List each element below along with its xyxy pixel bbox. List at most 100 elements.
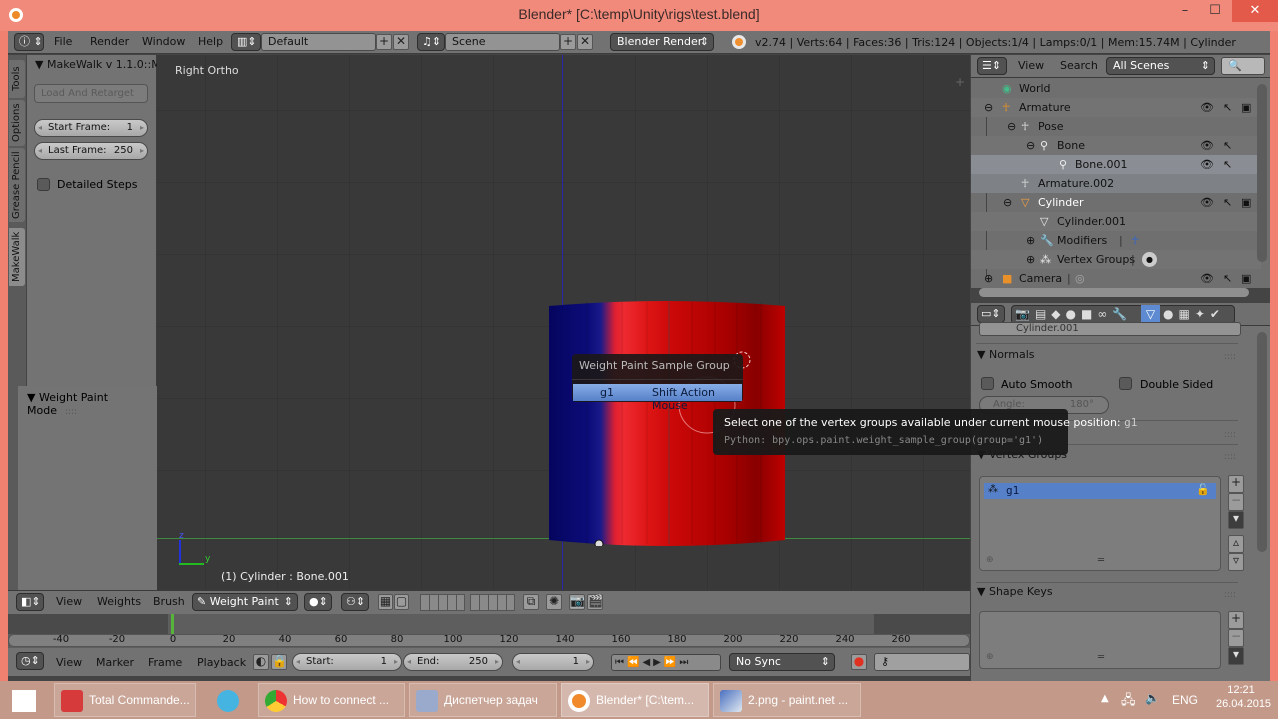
menu-render[interactable]: Render [90, 35, 129, 48]
increment-arrow-icon[interactable]: ▸ [140, 120, 144, 136]
collapse-icon[interactable]: ⊖ [984, 98, 993, 117]
taskbar-paint-net[interactable]: 2.png - paint.net ... [713, 683, 861, 717]
decrement-arrow-icon[interactable]: ◂ [407, 654, 411, 670]
outliner-row-armature[interactable]: ⊖ ☥ Armature [971, 98, 1261, 117]
cursor-select-icon[interactable]: ↖ [1223, 98, 1232, 117]
vertex-mask-button[interactable]: ▢ [394, 594, 409, 610]
menu-frame[interactable]: Frame [148, 656, 182, 669]
remove-vertex-group-button[interactable]: − [1228, 493, 1244, 511]
drag-handle-icon[interactable]: :::: [1224, 452, 1236, 462]
lock-time-cursor-button[interactable]: 🔒 [271, 654, 287, 670]
increment-arrow-icon[interactable]: ▸ [495, 654, 499, 670]
close-button[interactable]: ✕ [1232, 0, 1278, 22]
menu-playback[interactable]: Playback [197, 656, 246, 669]
add-layout-button[interactable]: + [376, 34, 392, 50]
increment-arrow-icon[interactable]: ▸ [140, 143, 144, 159]
timeline-editor-type-button[interactable]: ◷⇕ [16, 652, 44, 670]
taskbar-blender[interactable]: Blender* [C:\tem... [561, 683, 709, 717]
menu-marker[interactable]: Marker [96, 656, 134, 669]
expand-icon[interactable]: ⊕ [984, 269, 993, 288]
menu-brush[interactable]: Brush [153, 595, 185, 608]
minimize-button[interactable]: – [1170, 0, 1200, 22]
outliner-filter-dropdown[interactable]: All Scenes ⇕ [1106, 57, 1215, 75]
drag-handle-icon[interactable]: :::: [1224, 352, 1236, 362]
viewport-shading-dropdown[interactable]: ●⇕ [304, 593, 332, 611]
show-hidden-icons-button[interactable]: ▲ [1101, 693, 1109, 704]
add-vertex-group-button[interactable]: + [1228, 475, 1244, 493]
sync-mode-dropdown[interactable]: No Sync ⇕ [729, 653, 835, 671]
collapse-icon[interactable]: ⊖ [1003, 193, 1012, 212]
outliner-row-bone[interactable]: ⊖ ⚲ Bone [971, 136, 1261, 155]
list-resize-handle[interactable]: ═ [1098, 652, 1104, 663]
unlock-icon[interactable]: 🔓 [1196, 483, 1210, 496]
last-frame-field[interactable]: ◂ Last Frame: 250 ▸ [34, 142, 148, 160]
decrement-arrow-icon[interactable]: ◂ [38, 143, 42, 159]
auto-keyframe-record-button[interactable]: ● [851, 654, 867, 670]
properties-scrollbar[interactable] [1257, 332, 1267, 552]
shape-keys-panel-header[interactable]: ▼ Shape Keys [977, 585, 1053, 598]
preview-range-button[interactable]: ◐ [253, 654, 269, 670]
delete-scene-button[interactable]: ✕ [577, 34, 593, 50]
mesh-name-field[interactable]: Cylinder.001 [979, 322, 1241, 336]
add-region-plus-icon[interactable]: + [955, 75, 965, 89]
tab-tools[interactable]: Tools [9, 60, 25, 98]
outliner-row-bone-001[interactable]: ⚲ Bone.001 [971, 155, 1261, 174]
drag-handle-icon[interactable]: :::: [1224, 430, 1236, 440]
cursor-select-icon[interactable]: ↖ [1223, 136, 1232, 155]
delete-layout-button[interactable]: ✕ [393, 34, 409, 50]
render-engine-dropdown[interactable]: Blender Render ⇕ [610, 33, 714, 51]
vertex-group-specials-button[interactable]: ▾ [1228, 511, 1244, 529]
menu-window[interactable]: Window [142, 35, 185, 48]
outliner-search-field[interactable]: 🔍 [1221, 57, 1265, 75]
keying-set-field[interactable]: ⚷ [874, 653, 970, 671]
eye-icon[interactable]: 👁 [1200, 98, 1214, 117]
outliner-menu-search[interactable]: Search [1060, 59, 1098, 72]
end-frame-field[interactable]: ◂ End: 250 ▸ [403, 653, 503, 671]
outliner-row-modifiers[interactable]: ⊕ 🔧 Modifiers | ☥ [971, 231, 1261, 250]
layout-selector-button[interactable]: ▥⇕ [231, 33, 261, 51]
expand-icon[interactable]: ⊕ [1026, 250, 1035, 269]
outliner-editor-type-button[interactable]: ☰⇕ [977, 57, 1007, 75]
expand-icon[interactable]: ⊕ [1026, 231, 1035, 250]
filter-options-icon[interactable]: ⊕ [986, 555, 994, 565]
tab-makewalk[interactable]: MakeWalk [9, 228, 25, 286]
taskbar-chrome[interactable]: How to connect ... [258, 683, 405, 717]
menu-view[interactable]: View [56, 656, 82, 669]
cursor-select-icon[interactable]: ↖ [1223, 269, 1232, 288]
start-button[interactable] [12, 690, 36, 712]
scene-selector-button[interactable]: ♫⇕ [417, 33, 445, 51]
timeline-area[interactable]: -40 -20 0 20 40 60 80 100 120 140 160 180 200 220 240 2… [8, 614, 970, 648]
popup-item-g1[interactable]: g1 Shift Action Mouse [573, 384, 742, 412]
taskbar-total-commander[interactable]: Total Commande... [54, 683, 196, 717]
outliner-row-vertex-groups[interactable]: ⊕ ⁂ Vertex Groups | ● [971, 250, 1261, 269]
current-frame-indicator[interactable] [171, 614, 174, 634]
move-up-button[interactable]: ▵ [1228, 535, 1244, 553]
drag-handle-icon[interactable]: :::: [65, 407, 77, 417]
taskbar-task-manager[interactable]: Диспетчер задач [409, 683, 557, 717]
render-camera-icon[interactable]: ▣ [1241, 98, 1251, 117]
scene-name-field[interactable]: Scene [445, 33, 560, 51]
outliner-row-pose[interactable]: ⊖ ☥ Pose [971, 117, 1261, 136]
remove-shape-key-button[interactable]: − [1228, 629, 1244, 647]
scene-layers-1[interactable] [420, 594, 465, 611]
load-and-retarget-button[interactable]: Load And Retarget [34, 84, 148, 103]
context-tab-icons-right[interactable]: ●▦✦✔ [1163, 307, 1225, 321]
render-camera-icon[interactable]: ▣ [1241, 269, 1251, 288]
eye-icon[interactable]: 👁 [1200, 136, 1214, 155]
tab-options[interactable]: Options [9, 100, 25, 146]
increment-arrow-icon[interactable]: ▸ [586, 654, 590, 670]
play-button[interactable]: ▶ [653, 657, 664, 668]
manipulator-button[interactable]: ✺ [546, 594, 562, 610]
play-reverse-button[interactable]: ◀ [642, 657, 653, 668]
decrement-arrow-icon[interactable]: ◂ [296, 654, 300, 670]
outliner-vertical-scrollbar[interactable] [1257, 84, 1267, 262]
maximize-button[interactable]: ☐ [1200, 0, 1230, 22]
drag-handle-icon[interactable]: :::: [1224, 590, 1236, 600]
face-mask-button[interactable]: ▦ [378, 594, 393, 610]
weight-paint-mode-header[interactable]: ▼ Weight Paint Mode:::: [18, 391, 156, 417]
jump-keyframe-forward-button[interactable]: ⏩ [664, 657, 679, 668]
pivot-point-dropdown[interactable]: ⚇⇕ [341, 593, 369, 611]
auto-smooth-checkbox[interactable] [981, 377, 994, 390]
detailed-steps-checkbox[interactable] [37, 178, 50, 191]
outliner-horizontal-scrollbar[interactable] [979, 288, 1249, 297]
